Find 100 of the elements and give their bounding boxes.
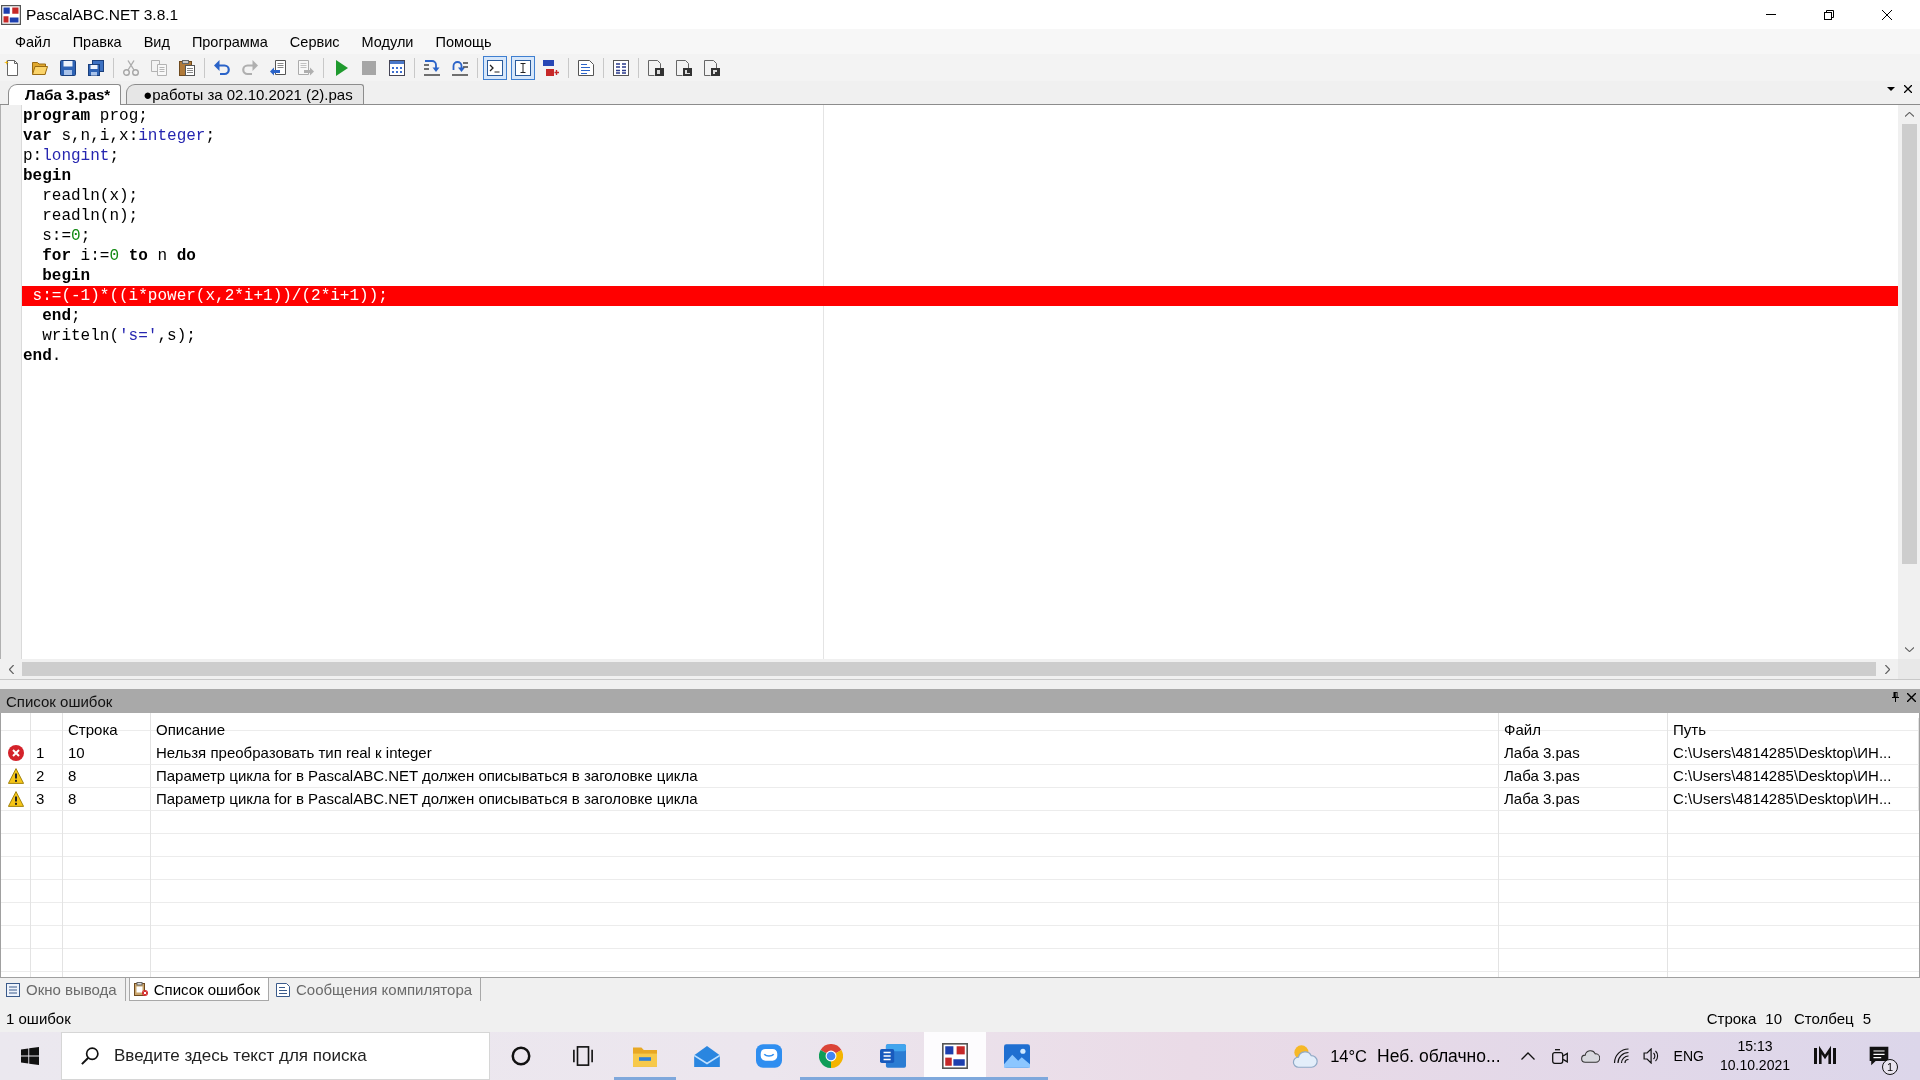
column-header[interactable]: Файл bbox=[1499, 718, 1668, 742]
panel-title: Список ошибок bbox=[6, 692, 113, 710]
status-message: 1 ошибок bbox=[6, 1009, 71, 1027]
notification-badge: 1 bbox=[1882, 1059, 1898, 1075]
menu-item[interactable]: Вид bbox=[132, 31, 181, 52]
status-value: 10 bbox=[1765, 1009, 1782, 1027]
page-badge-icon bbox=[704, 59, 720, 76]
page-badge-icon bbox=[648, 59, 664, 76]
status-label: Столбец bbox=[1794, 1009, 1854, 1027]
code-line: for i:=0 to n do bbox=[41, 246, 196, 266]
code-line: readln(x); bbox=[41, 186, 139, 206]
column-header[interactable]: Описание bbox=[151, 718, 1499, 742]
scroll-thumb[interactable] bbox=[22, 662, 1876, 676]
table-cell: Параметр цикла for в PascalABC.NET должен описываться в заголовке цикла bbox=[151, 788, 1499, 811]
close-icon bbox=[1882, 9, 1892, 20]
new-file-icon bbox=[4, 59, 20, 76]
language-indicator[interactable]: ENG bbox=[1673, 1048, 1704, 1064]
app-logo-icon bbox=[942, 1043, 968, 1069]
weather-temperature[interactable]: 14°C bbox=[1330, 1046, 1367, 1066]
menu-item[interactable]: Сервис bbox=[278, 31, 351, 52]
warning-icon bbox=[7, 791, 24, 807]
box-lines-icon bbox=[613, 59, 629, 76]
browser-logo-icon bbox=[819, 1044, 843, 1068]
column-header[interactable]: Строка bbox=[63, 718, 151, 742]
cloud-icon[interactable] bbox=[1580, 1049, 1600, 1063]
table-cell: Нельзя преобразовать тип real к integer bbox=[151, 742, 1499, 765]
clock-date[interactable]: 10.10.2021 bbox=[1719, 1056, 1790, 1075]
floppy-disks-icon bbox=[88, 59, 104, 76]
code-line: program prog; bbox=[22, 106, 148, 126]
page-arrow-icon bbox=[270, 59, 286, 76]
table-cell: Параметр цикла for в PascalABC.NET должен описываться в заголовке цикла bbox=[151, 765, 1499, 788]
document-icon bbox=[276, 982, 290, 997]
file-tab[interactable]: Лаба 3.pas* bbox=[8, 84, 122, 105]
format-blocks-icon bbox=[543, 59, 559, 76]
scroll-up-icon[interactable] bbox=[1904, 112, 1914, 117]
scroll-left-icon[interactable] bbox=[8, 664, 14, 674]
page-arrow-icon bbox=[298, 59, 314, 76]
code-line: begin bbox=[41, 266, 91, 286]
window-title: PascalABC.NET 3.8.1 bbox=[26, 5, 179, 24]
envelope-icon bbox=[694, 1045, 720, 1067]
folder-icon bbox=[32, 59, 48, 76]
menu-item[interactable]: Файл bbox=[4, 31, 62, 52]
pin-icon[interactable] bbox=[1892, 692, 1899, 702]
close-icon[interactable] bbox=[1907, 692, 1916, 702]
bars-logo-icon[interactable] bbox=[1814, 1046, 1836, 1066]
scroll-right-icon[interactable] bbox=[1884, 664, 1890, 674]
scroll-thumb[interactable] bbox=[1901, 124, 1917, 564]
clipboard-error-icon bbox=[133, 982, 148, 996]
toolbar-button[interactable] bbox=[483, 55, 507, 80]
code-line: s:=0; bbox=[41, 226, 91, 246]
step-arrow-icon bbox=[424, 59, 440, 76]
redo-icon bbox=[242, 59, 258, 76]
table-cell: Лаба 3.pas bbox=[1499, 788, 1668, 811]
code-line: var s,n,i,x:integer; bbox=[22, 126, 216, 146]
page-badge-icon bbox=[676, 59, 692, 76]
taskbar-app-button[interactable] bbox=[924, 1032, 986, 1080]
grid-window-icon bbox=[389, 59, 405, 76]
search-field[interactable]: Введите здесь текст для поиска bbox=[61, 1032, 490, 1080]
vertical-scrollbar[interactable] bbox=[1898, 105, 1920, 659]
chevron-up-icon[interactable] bbox=[1520, 1052, 1535, 1060]
menu-item[interactable]: Помощь bbox=[424, 31, 503, 52]
code-line: end. bbox=[22, 346, 62, 366]
panel-tab[interactable]: Список ошибок bbox=[128, 978, 269, 1001]
horizontal-scrollbar[interactable] bbox=[0, 659, 1898, 679]
folder-icon bbox=[633, 1045, 657, 1067]
menu-item[interactable]: Правка bbox=[61, 31, 133, 52]
windows-logo-icon bbox=[20, 1047, 39, 1065]
weather-condition[interactable]: Неб. облачно... bbox=[1377, 1045, 1501, 1067]
restore-icon bbox=[1824, 9, 1834, 20]
file-tab[interactable]: ●работы за 02.10.2021 (2).pas bbox=[126, 84, 364, 104]
column-header[interactable]: Путь bbox=[1668, 718, 1919, 742]
dropdown-caret-icon[interactable] bbox=[1887, 87, 1895, 91]
window-icon bbox=[6, 982, 20, 997]
stop-icon bbox=[361, 59, 377, 76]
camera-icon[interactable] bbox=[1551, 1048, 1568, 1064]
close-icon[interactable] bbox=[1904, 85, 1912, 93]
table-cell: C:\Users\4814285\Desktop\ИН... bbox=[1668, 742, 1919, 765]
code-line: begin bbox=[22, 166, 71, 186]
code-line: end; bbox=[41, 306, 81, 326]
panel-tab[interactable]: Сообщения компилятора bbox=[272, 978, 482, 1001]
step-arrow-icon bbox=[452, 59, 468, 76]
table-cell: 10 bbox=[63, 742, 151, 765]
wifi-icon[interactable] bbox=[1612, 1048, 1630, 1064]
error-icon bbox=[7, 745, 24, 761]
code-line: writeln('s=',s); bbox=[41, 326, 196, 346]
toolbar-button[interactable] bbox=[511, 55, 535, 80]
menu-item[interactable]: Модули bbox=[350, 31, 425, 52]
table-cell: Лаба 3.pas bbox=[1499, 765, 1668, 788]
speaker-icon[interactable] bbox=[1642, 1048, 1659, 1064]
text-cursor-box-icon bbox=[515, 59, 531, 76]
ring-icon bbox=[511, 1046, 531, 1066]
search-icon bbox=[81, 1047, 99, 1065]
clock-time[interactable]: 15:13 bbox=[1737, 1037, 1773, 1056]
table-cell: 3 bbox=[31, 788, 63, 811]
message-icon bbox=[1869, 1046, 1889, 1066]
scroll-down-icon[interactable] bbox=[1904, 647, 1914, 652]
status-label: Строка bbox=[1706, 1009, 1757, 1027]
menu-item[interactable]: Программа bbox=[180, 31, 279, 52]
document-app-icon bbox=[880, 1044, 906, 1068]
panel-tab[interactable]: Окно вывода bbox=[2, 978, 126, 1001]
